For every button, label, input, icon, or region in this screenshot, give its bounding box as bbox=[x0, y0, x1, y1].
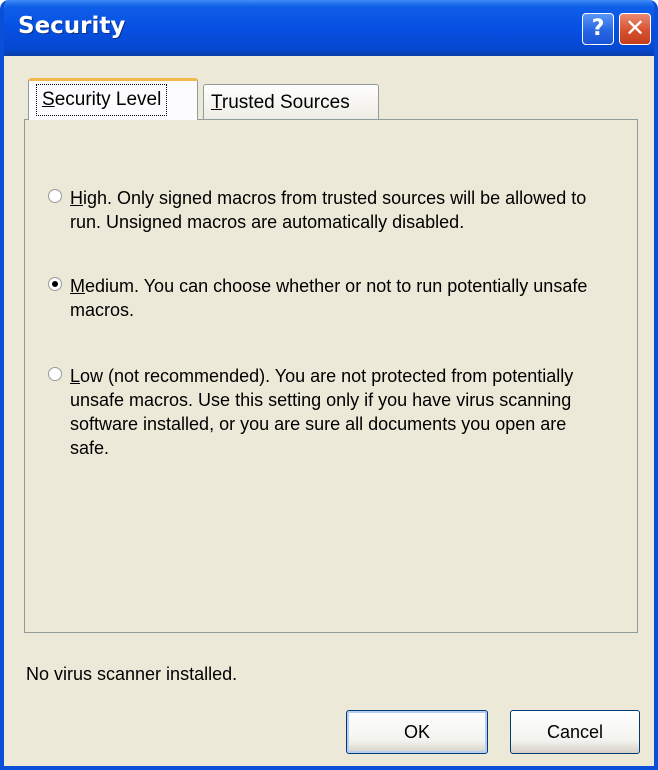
radio-medium[interactable] bbox=[48, 277, 62, 291]
tab-security-level-label: Security Level bbox=[36, 84, 168, 116]
option-medium-label: Medium. You can choose whether or not to… bbox=[70, 276, 588, 320]
radio-low[interactable] bbox=[48, 367, 62, 381]
cancel-button[interactable]: Cancel bbox=[510, 710, 640, 754]
title-bar[interactable]: Security ? ✕ bbox=[4, 0, 654, 56]
tab-trusted-sources-label: Trusted Sources bbox=[211, 92, 350, 113]
tab-trusted-sources[interactable]: Trusted Sources bbox=[203, 84, 379, 122]
close-button[interactable]: ✕ bbox=[619, 13, 651, 45]
virus-scanner-status: No virus scanner installed. bbox=[26, 664, 238, 684]
window-title: Security bbox=[18, 13, 126, 39]
help-button[interactable]: ? bbox=[582, 13, 614, 45]
tab-security-level[interactable]: Security Level bbox=[28, 78, 198, 120]
radio-high[interactable] bbox=[48, 189, 62, 203]
question-mark-icon: ? bbox=[591, 16, 605, 41]
option-medium[interactable]: Medium. You can choose whether or not to… bbox=[48, 274, 608, 322]
close-icon: ✕ bbox=[624, 14, 646, 42]
ok-button[interactable]: OK bbox=[346, 710, 488, 754]
option-high[interactable]: High. Only signed macros from trusted so… bbox=[48, 186, 608, 258]
option-low-label: Low (not recommended). You are not prote… bbox=[70, 366, 574, 458]
option-low[interactable]: Low (not recommended). You are not prote… bbox=[48, 364, 608, 460]
option-high-label: High. Only signed macros from trusted so… bbox=[70, 188, 587, 232]
security-dialog: Security ? ✕ Security Level Trusted Sour… bbox=[0, 0, 658, 770]
